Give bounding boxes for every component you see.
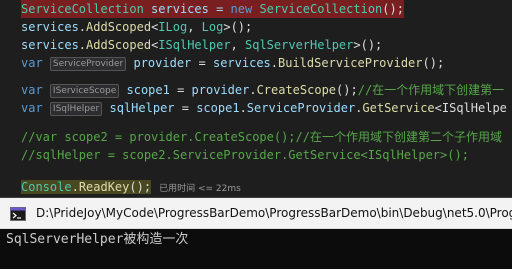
code-line-9[interactable]: Console.ReadKey(); 已用时间 <= 22ms xyxy=(21,178,241,196)
code-token: , xyxy=(187,20,202,34)
code-token: (); xyxy=(336,83,358,97)
code-token: BuildServiceProvider xyxy=(278,56,423,70)
code-token: . xyxy=(270,56,278,70)
code-token: sqlHelper xyxy=(102,101,175,115)
code-token: ILog xyxy=(158,20,188,34)
code-line-4[interactable]: var ServiceProvider provider = services.… xyxy=(21,54,444,72)
console-app-icon xyxy=(10,206,26,221)
code-token: = xyxy=(191,56,213,70)
code-token: services = xyxy=(143,2,231,16)
code-comment: //在一个作用域下创建第一 xyxy=(357,83,505,97)
code-token: (); xyxy=(422,56,445,70)
code-token: scope1 xyxy=(119,83,170,97)
code-token: >(); xyxy=(223,20,253,34)
console-window-title: D:\PrideJoy\MyCode\ProgressBarDemo\Progr… xyxy=(36,206,512,220)
code-comment: //var scope2 = provider.CreateScope();//… xyxy=(21,130,502,144)
code-token: ServiceProvider xyxy=(246,101,356,115)
code-token: new xyxy=(230,2,253,16)
console-title-bar[interactable]: D:\PrideJoy\MyCode\ProgressBarDemo\Progr… xyxy=(0,198,512,229)
code-token: . xyxy=(78,38,87,52)
code-token: SqlServerHelper xyxy=(245,38,354,52)
code-line-3[interactable]: services.AddScoped<ISqlHelper, SqlServer… xyxy=(21,36,382,54)
code-token: var xyxy=(21,101,43,115)
code-token: (); xyxy=(129,180,152,194)
current-statement-highlight: Console.ReadKey(); xyxy=(21,180,152,194)
code-line-5[interactable]: var IServiceScope scope1 = provider.Crea… xyxy=(21,81,504,99)
code-token: ISqlHelper xyxy=(158,38,231,52)
code-line-6[interactable]: var ISqlHelper sqlHelper = scope1.Servic… xyxy=(21,99,507,117)
code-token: . xyxy=(249,83,257,97)
code-token: services xyxy=(21,38,79,52)
code-token: ReadKey xyxy=(78,180,130,194)
code-token: provider xyxy=(191,83,250,97)
code-token: = xyxy=(169,83,192,97)
code-token: . xyxy=(71,180,79,194)
code-token: Log xyxy=(201,20,224,34)
code-token: . xyxy=(239,101,247,115)
code-line-2[interactable]: services.AddScoped<ILog, Log>(); xyxy=(21,18,252,36)
code-token: ServiceCollection xyxy=(259,2,383,16)
code-token: services xyxy=(21,20,79,34)
type-hint-badge: IServiceScope xyxy=(49,84,120,98)
type-hint-badge: ISqlHelper xyxy=(49,102,103,116)
code-token: = xyxy=(174,101,197,115)
code-token: ServiceCollection xyxy=(21,2,144,16)
code-token: AddScoped xyxy=(86,20,152,34)
code-token: var xyxy=(21,83,43,97)
code-token: CreateScope xyxy=(256,83,337,97)
console-output-line: SqlServerHelper被构造一次 xyxy=(6,232,189,247)
code-token: Console xyxy=(21,180,72,194)
code-line-8[interactable]: //sqlHelper = scope2.ServiceProvider.Get… xyxy=(21,146,469,164)
code-token: , xyxy=(230,38,245,52)
type-hint-badge: ServiceProvider xyxy=(49,57,127,71)
code-token: GetService xyxy=(362,101,435,115)
elapsed-time-hint: 已用时间 <= 22ms xyxy=(159,184,241,194)
code-token: . xyxy=(78,20,87,34)
code-token: services xyxy=(212,56,271,70)
code-token: scope1 xyxy=(196,101,240,115)
code-token: (); xyxy=(382,2,404,16)
code-token: var xyxy=(21,56,43,70)
code-line-1[interactable]: ServiceCollection services = new Service… xyxy=(21,0,404,18)
code-comment: //sqlHelper = scope2.ServiceProvider.Get… xyxy=(21,148,469,162)
console-output-area[interactable]: SqlServerHelper被构造一次 xyxy=(0,229,512,269)
code-token: <ISqlHelpe xyxy=(434,101,507,115)
code-token: AddScoped xyxy=(86,38,152,52)
code-token: provider xyxy=(126,56,192,70)
code-token: >(); xyxy=(353,38,383,52)
code-editor[interactable]: ServiceCollection services = new Service… xyxy=(0,0,512,197)
code-line-7[interactable]: //var scope2 = provider.CreateScope();//… xyxy=(21,128,502,146)
